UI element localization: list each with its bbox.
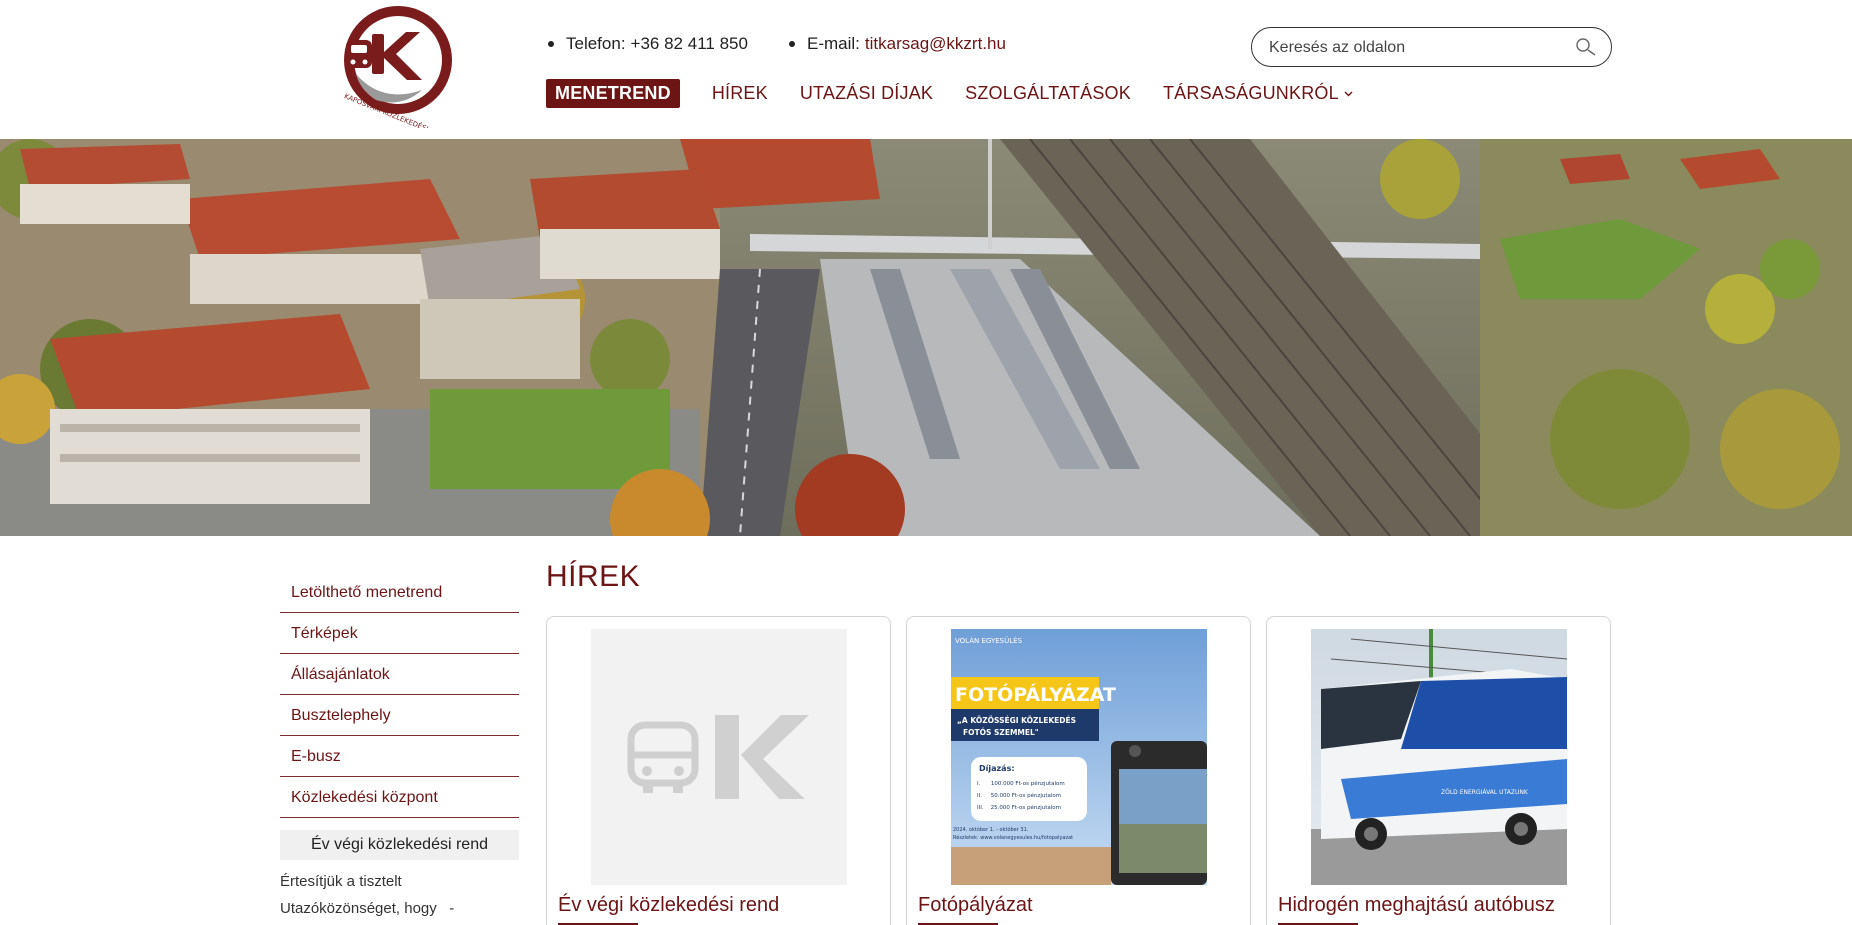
phone-value[interactable]: +36 82 411 850 [631,34,748,54]
search-box [1251,27,1612,67]
site-header: KAPOSVÁRI KÖZLEKEDÉSI ZRT. Telefon: +36 … [0,0,1852,139]
nav-utazasi-dijak[interactable]: UTAZÁSI DÍJAK [800,83,933,104]
poster-prize: II. 50.000 Ft-os pénzjutalom [977,792,1061,799]
news-card-title[interactable]: Hidrogén meghajtású autóbusz [1278,894,1555,917]
sidebar-news-excerpt: Értesítjük a tisztelt Utazóközönséget, h… [280,868,519,922]
email-link[interactable]: titkarsag@kkzrt.hu [865,34,1006,54]
email-label: E-mail: [807,34,860,53]
news-card[interactable]: VOLÁN EGYESÜLÉS FOTÓPÁLYÁZAT „A KÖZÖSSÉG… [906,616,1251,925]
poster-org: VOLÁN EGYESÜLÉS [955,636,1023,645]
photo-contest-poster-image: VOLÁN EGYESÜLÉS FOTÓPÁLYÁZAT „A KÖZÖSSÉG… [951,629,1207,885]
nav-menetrend[interactable]: MENETREND [546,79,680,108]
poster-dates: 2024. október 1. - október 31. [953,826,1029,833]
sidebar-item-menetrend-download[interactable]: Letölthető menetrend [280,572,519,613]
news-card[interactable]: Év végi közlekedési rend [546,616,891,925]
sidebar-news-line: Utazóközönséget, hogy - [280,900,455,917]
nav-hirek[interactable]: HÍREK [712,83,768,104]
search-input[interactable] [1269,36,1549,60]
poster-headline: FOTÓPÁLYÁZAT [955,682,1116,706]
nav-szolgaltatasok[interactable]: SZOLGÁLTATÁSOK [965,83,1131,104]
sidebar: Letölthető menetrend Térképek Állásajánl… [280,572,519,922]
search-icon[interactable] [1575,37,1597,59]
nav-tarsasagunkrol[interactable]: TÁRSASÁGUNKRÓL [1163,83,1354,104]
main-nav: MENETREND HÍREK UTAZÁSI DÍJAK SZOLGÁLTAT… [546,79,1386,108]
poster-prize-title: Díjazás: [979,764,1015,773]
contact-phone: Telefon: +36 82 411 850 [548,34,748,54]
sidebar-news-title[interactable]: Év végi közlekedési rend [280,830,519,860]
sidebar-item-jobs[interactable]: Állásajánlatok [280,654,519,695]
sidebar-item-ebus[interactable]: E-busz [280,736,519,777]
placeholder-logo-image [591,629,847,885]
poster-prize: I. 100.000 Ft-os pénzjutalom [977,780,1065,787]
company-logo[interactable]: KAPOSVÁRI KÖZLEKEDÉSI ZRT. [342,4,460,128]
sidebar-item-transport-center[interactable]: Közlekedési központ [280,777,519,818]
poster-prize: III. 25.000 Ft-os pénzjutalom [977,804,1061,811]
poster-url: Részletek: www.volanegyesules.hu/fotopal… [953,834,1073,841]
chevron-down-icon [1344,91,1353,97]
sidebar-item-maps[interactable]: Térképek [280,613,519,654]
news-card-title[interactable]: Év végi közlekedési rend [558,894,779,917]
sidebar-item-depot[interactable]: Busztelephely [280,695,519,736]
poster-subtitle: FOTÓS SZEMMEL" [963,728,1039,737]
hydrogen-bus-image: ZÖLD ENERGIÁVAL UTAZUNK [1311,629,1567,885]
contact-email: E-mail: titkarsag@kkzrt.hu [789,34,1006,54]
bus-text: ZÖLD ENERGIÁVAL UTAZUNK [1441,789,1529,796]
sidebar-news-line: Értesítjük a tisztelt [280,873,402,890]
news-card[interactable]: ZÖLD ENERGIÁVAL UTAZUNK Hidrogén meghajt… [1266,616,1611,925]
nav-tarsasagunkrol-label: TÁRSASÁGUNKRÓL [1162,83,1339,103]
hero-aerial-photo [0,139,1852,536]
bullet-icon [548,41,554,47]
page-title: HÍREK [546,560,641,593]
news-card-title[interactable]: Fotópályázat [918,894,1033,917]
bullet-icon [789,41,795,47]
phone-label: Telefon: [566,34,626,53]
poster-subtitle: „A KÖZÖSSÉGI KÖZLEKEDÉS [957,716,1076,725]
